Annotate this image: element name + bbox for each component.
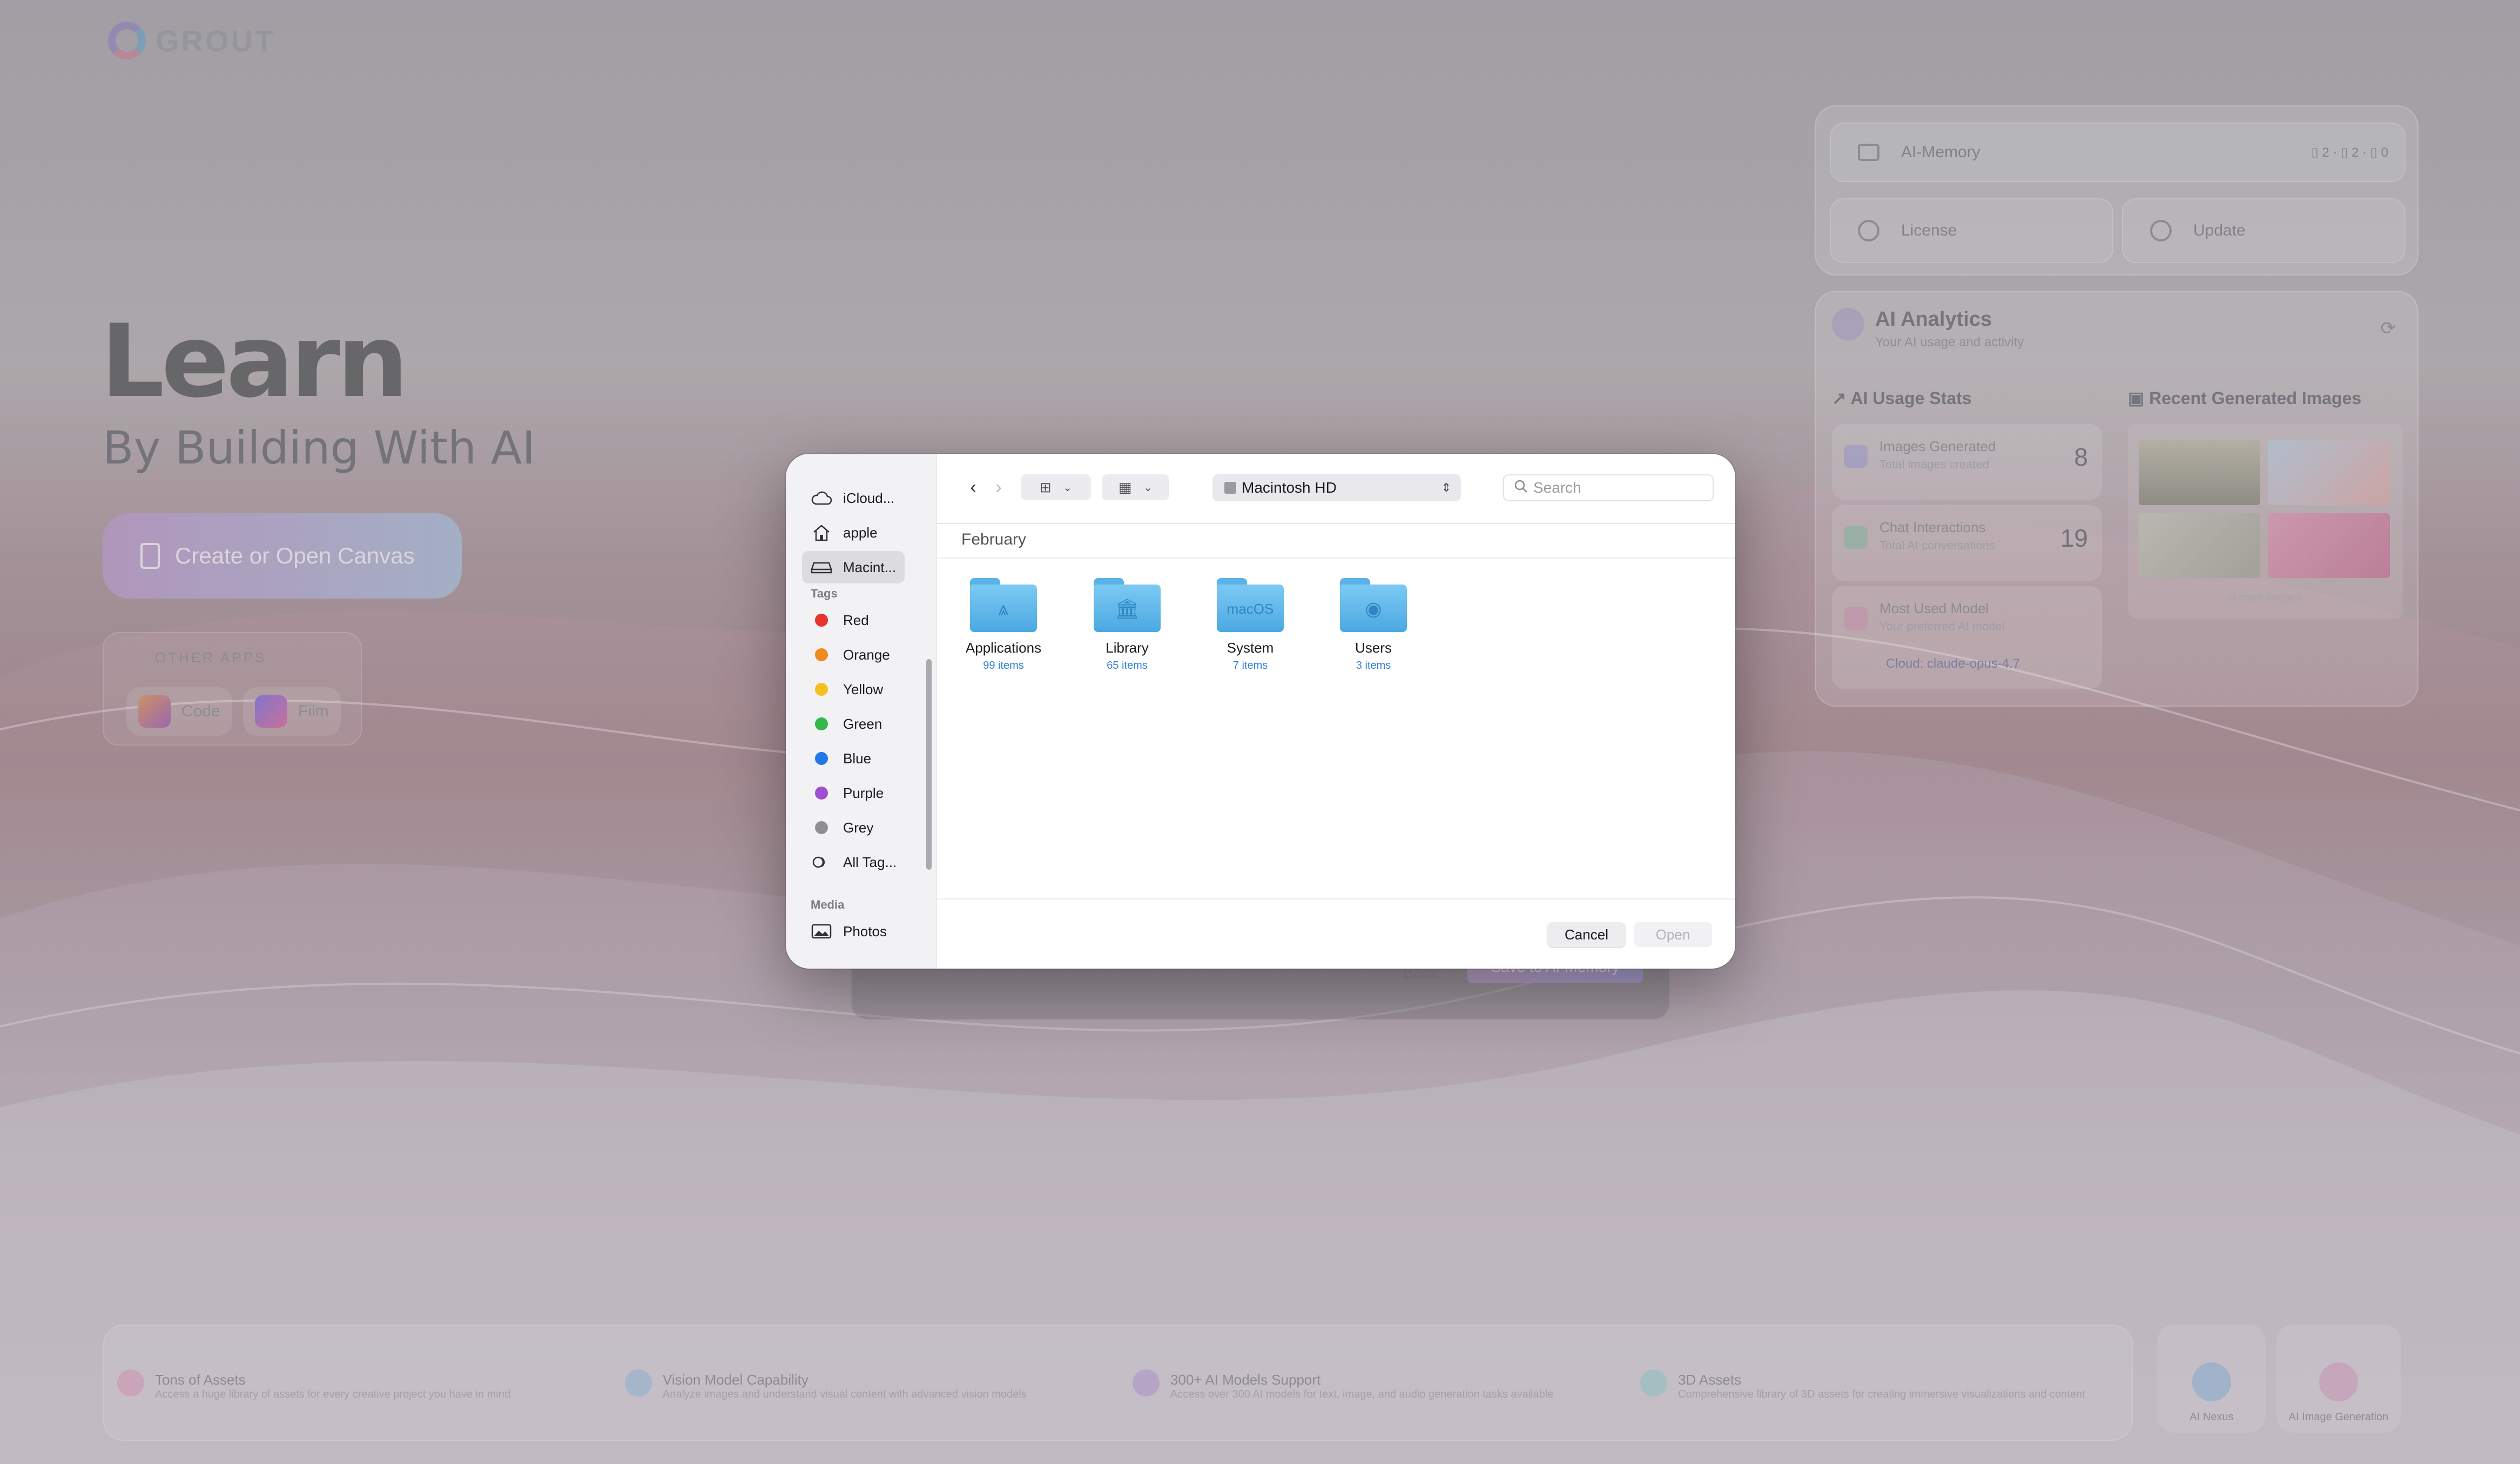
sidebar-tag-blue[interactable]: Blue <box>802 742 905 775</box>
sidebar-item-photos[interactable]: Photos <box>802 915 905 948</box>
sidebar-item-home[interactable]: apple <box>802 516 905 549</box>
tag-color-dot <box>815 821 828 834</box>
all-tags-icon <box>811 853 832 871</box>
tag-color-dot <box>815 752 828 765</box>
sidebar-item-icloud[interactable]: iCloud... <box>802 482 905 514</box>
home-icon <box>811 523 832 542</box>
folder-name: Users <box>1355 640 1392 656</box>
media-header: Media <box>811 898 845 911</box>
file-open-dialog: iCloud... apple Macint... Tags Red Orang… <box>786 454 1735 969</box>
section-header: February <box>961 530 1027 548</box>
folder-library[interactable]: 🏛 Library 65 items <box>1073 578 1181 672</box>
view-mode-button[interactable]: ⊞ ⌄ <box>1021 474 1091 500</box>
folder-name: Library <box>1106 640 1149 656</box>
chevron-down-icon: ⌄ <box>1143 481 1153 494</box>
forward-nav-button[interactable]: › <box>987 474 1010 500</box>
macos-icon: macOS <box>1217 578 1284 632</box>
tag-color-dot <box>815 683 828 696</box>
search-icon <box>1514 479 1528 497</box>
group-mode-button[interactable]: ▦ ⌄ <box>1102 474 1169 500</box>
sidebar-item-label: Macint... <box>843 559 897 575</box>
updown-chevron-icon: ⇕ <box>1441 481 1451 494</box>
sidebar-item-label: All Tag... <box>843 854 897 870</box>
search-placeholder: Search <box>1533 479 1581 496</box>
cancel-button[interactable]: Cancel <box>1547 922 1626 947</box>
macos-badge: macOS <box>1227 601 1274 617</box>
folder-count: 7 items <box>1232 660 1268 671</box>
chevron-right-icon: › <box>995 476 1002 498</box>
folder-system[interactable]: macOS System 7 items <box>1196 578 1304 672</box>
folder-applications[interactable]: ⩓ Applications 99 items <box>949 578 1057 672</box>
sidebar-all-tags[interactable]: All Tag... <box>802 846 905 878</box>
sidebar-item-label: iCloud... <box>843 489 895 506</box>
folder-name: Applications <box>965 640 1042 656</box>
location-popup[interactable]: Macintosh HD ⇕ <box>1212 474 1461 501</box>
search-field[interactable]: Search <box>1503 474 1714 501</box>
chevron-down-icon: ⌄ <box>1063 481 1073 494</box>
section-divider <box>937 558 1735 559</box>
back-nav-button[interactable]: ‹ <box>961 474 985 500</box>
sidebar-item-label: Blue <box>843 750 872 767</box>
drive-small-icon <box>1224 482 1236 494</box>
tag-color-dot <box>815 648 828 661</box>
sidebar-item-label: Orange <box>843 646 890 663</box>
folder-count: 99 items <box>983 660 1024 671</box>
tags-header: Tags <box>811 587 838 600</box>
group-grid-icon: ▦ <box>1118 479 1132 495</box>
sidebar-tag-green[interactable]: Green <box>802 708 905 740</box>
sidebar-item-label: Green <box>843 715 882 732</box>
sidebar-item-label: Red <box>843 612 869 628</box>
sidebar-item-label: Purple <box>843 784 884 801</box>
sidebar-tag-orange[interactable]: Orange <box>802 639 905 671</box>
sidebar-item-label: Grey <box>843 819 874 836</box>
sidebar-tag-purple[interactable]: Purple <box>802 777 905 809</box>
sidebar-tag-red[interactable]: Red <box>802 604 905 636</box>
sidebar-item-label: Photos <box>843 923 887 939</box>
open-button[interactable]: Open <box>1634 922 1712 947</box>
folder-count: 65 items <box>1107 660 1148 671</box>
photos-icon <box>811 922 832 941</box>
sidebar-item-macintosh-hd[interactable]: Macint... <box>802 551 905 583</box>
sidebar-tag-grey[interactable]: Grey <box>802 811 905 844</box>
dialog-footer: Cancel Open <box>937 898 1735 969</box>
folder-users[interactable]: ◉ Users 3 items <box>1319 578 1427 672</box>
sidebar-scrollbar[interactable] <box>926 659 932 870</box>
dialog-sidebar: iCloud... apple Macint... Tags Red Orang… <box>786 454 937 969</box>
icon-grid-icon: ⊞ <box>1039 479 1052 495</box>
location-label: Macintosh HD <box>1242 479 1337 496</box>
sidebar-tag-yellow[interactable]: Yellow <box>802 673 905 706</box>
sidebar-item-label: Yellow <box>843 681 884 697</box>
users-icon: ◉ <box>1340 578 1407 632</box>
library-icon: 🏛 <box>1094 578 1161 632</box>
dialog-toolbar: ‹ › ⊞ ⌄ ▦ ⌄ Macintosh HD ⇕ Search <box>937 454 1735 524</box>
sidebar-item-label: apple <box>843 524 878 541</box>
chevron-left-icon: ‹ <box>970 476 976 498</box>
tag-color-dot <box>815 717 828 730</box>
tag-color-dot <box>815 614 828 627</box>
folder-count: 3 items <box>1356 660 1391 671</box>
tag-color-dot <box>815 787 828 800</box>
drive-icon <box>811 558 832 576</box>
folder-name: System <box>1227 640 1274 656</box>
applications-icon: ⩓ <box>970 578 1037 632</box>
cloud-icon <box>811 489 832 507</box>
